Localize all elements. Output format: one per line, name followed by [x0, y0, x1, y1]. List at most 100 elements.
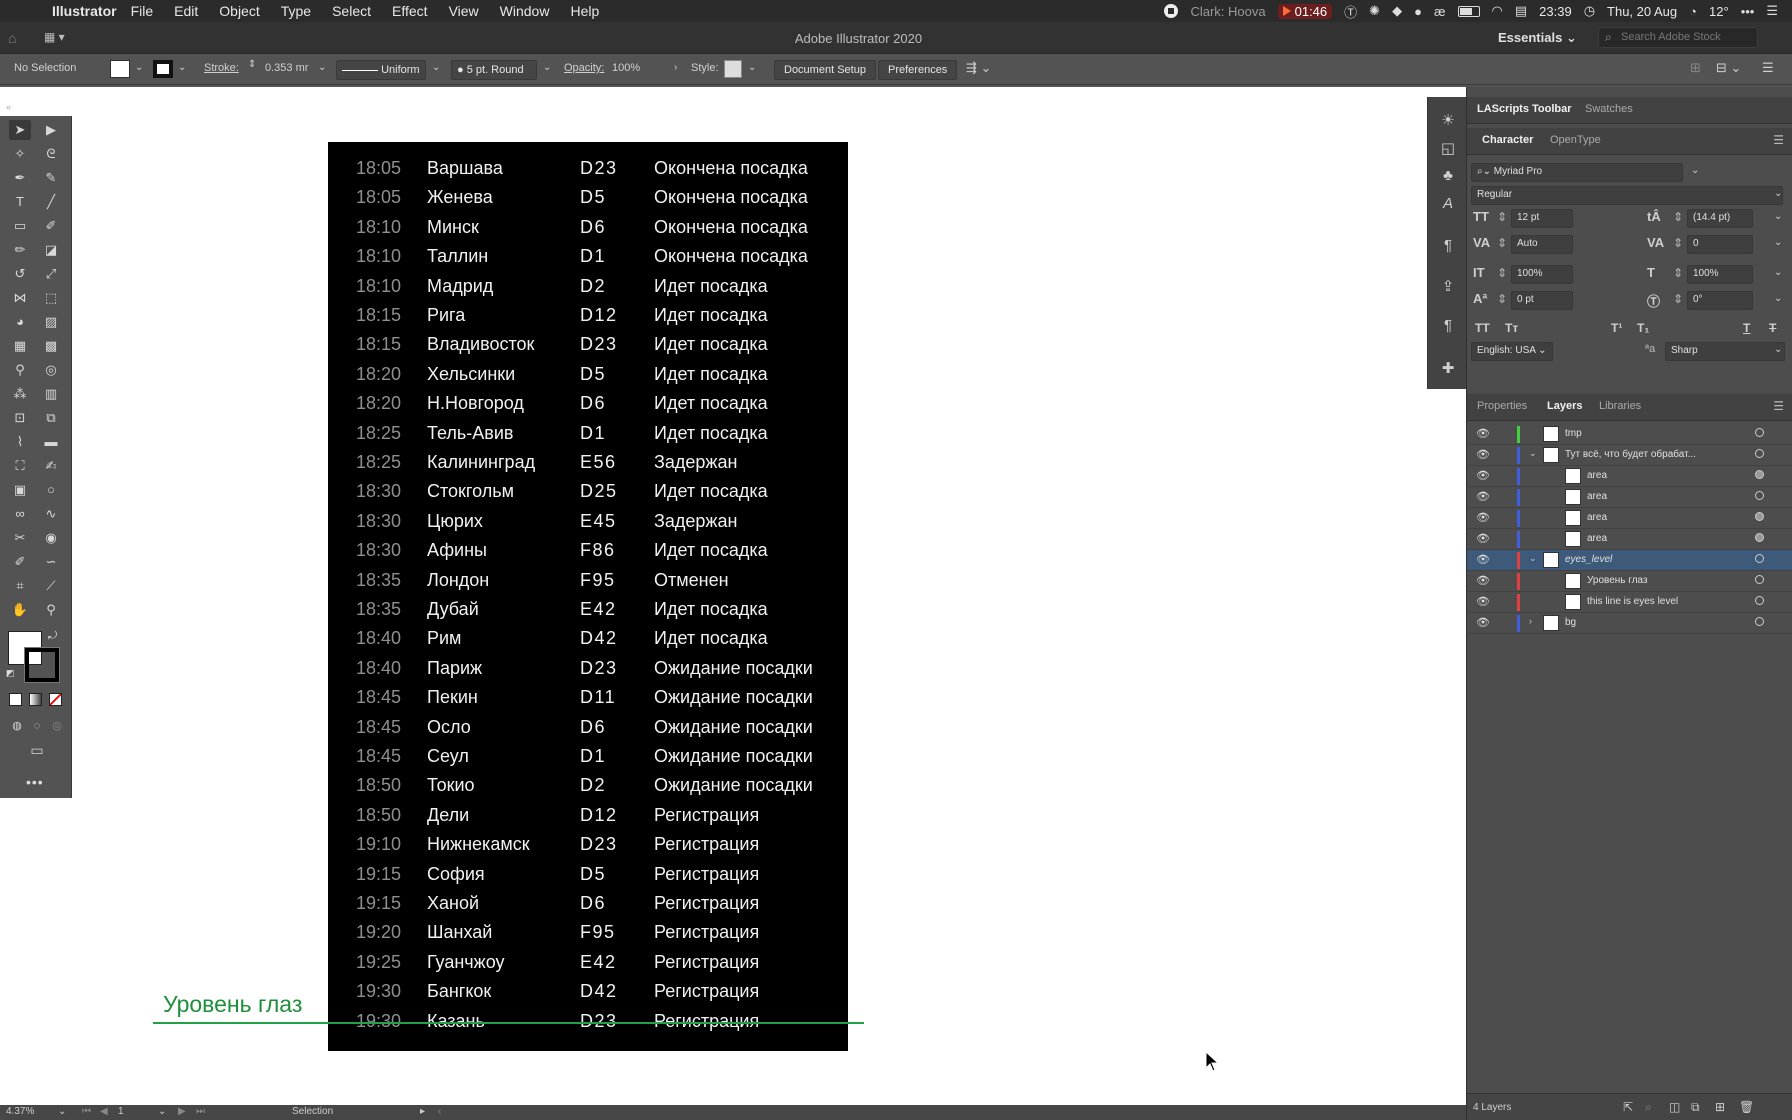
horizontal-scale-stepper-icon[interactable]: ⇕ — [1673, 266, 1683, 280]
rotation-stepper-icon[interactable]: ⇕ — [1673, 292, 1683, 306]
color-mode-icon[interactable] — [9, 693, 22, 706]
visibility-eye-icon[interactable]: 👁 — [1476, 595, 1490, 608]
font-family-chevron-icon[interactable]: ⌄ — [1691, 165, 1699, 176]
magic-wand-tool-icon[interactable]: ✧ — [9, 144, 31, 164]
symbols-icon[interactable]: ♣ — [1437, 167, 1459, 184]
locate-object-icon[interactable]: ⌕ — [1645, 1100, 1652, 1115]
flight-row[interactable]: 18:45 Осло D6 Ожидание посадки — [328, 717, 848, 746]
gradient-tool-icon[interactable]: ▩ — [40, 336, 62, 356]
twirl-tool-icon[interactable]: ◉ — [40, 528, 62, 548]
visibility-eye-icon[interactable]: 👁 — [1476, 616, 1490, 629]
visibility-eye-icon[interactable]: 👁 — [1476, 448, 1490, 461]
preferences-button[interactable]: Preferences — [878, 60, 958, 80]
screen-mode-icon[interactable]: ▭ — [24, 740, 50, 760]
battery-icon[interactable] — [1457, 5, 1480, 17]
layer-row[interactable]: 👁 area — [1467, 487, 1792, 508]
layer-name[interactable]: area — [1587, 491, 1607, 502]
underline-icon[interactable]: T — [1743, 321, 1750, 335]
paintbrush-tool-icon[interactable]: ✐ — [40, 216, 62, 236]
tab-libraries[interactable]: Libraries — [1599, 400, 1641, 412]
flight-row[interactable]: 19:15 Ханой D6 Регистрация — [328, 893, 848, 922]
column-graph-tool-icon[interactable]: ▥ — [40, 384, 62, 404]
layer-target-icon[interactable] — [1755, 533, 1764, 542]
flight-row[interactable]: 19:20 Шанхай F95 Регистрация — [328, 922, 848, 951]
flight-row[interactable]: 18:30 Стокгольм D25 Идет посадка — [328, 481, 848, 510]
flight-row[interactable]: 18:45 Пекин D11 Ожидание посадки — [328, 687, 848, 716]
antialias-chevron-icon[interactable]: ⌄ — [1774, 344, 1782, 355]
draw-behind-icon[interactable]: ◌ — [26, 716, 48, 736]
menu-file[interactable]: File — [131, 3, 154, 19]
visibility-eye-icon[interactable]: 👁 — [1476, 427, 1490, 440]
hand-tool-icon[interactable]: ✋ — [9, 600, 31, 620]
flight-row[interactable]: 18:30 Цюрих E45 Задержан — [328, 511, 848, 540]
layer-name[interactable]: area — [1587, 512, 1607, 523]
flight-row[interactable]: 18:40 Париж D23 Ожидание посадки — [328, 658, 848, 687]
temperature[interactable]: 12° — [1709, 4, 1729, 19]
selection-tool-icon[interactable]: ➤ — [9, 120, 31, 140]
horizontal-scale-field[interactable]: 100% — [1687, 265, 1753, 284]
next-artboard-icon[interactable]: ▶ — [178, 1106, 186, 1117]
blend-tool-icon[interactable]: ◎ — [40, 360, 62, 380]
artboard-number[interactable]: 1 — [118, 1106, 124, 1117]
menu-help[interactable]: Help — [570, 3, 599, 19]
menu-view[interactable]: View — [449, 3, 479, 19]
stroke-weight-chevron-icon[interactable]: ⌄ — [318, 62, 326, 73]
status-menu-icon[interactable]: ▸ — [420, 1106, 425, 1117]
stock-search-field[interactable]: ⌕ Search Adobe Stock — [1598, 27, 1758, 48]
width-tool-icon[interactable]: ⋈ — [9, 288, 31, 308]
menu-window[interactable]: Window — [500, 3, 550, 19]
menu-object[interactable]: Object — [219, 3, 259, 19]
layer-name[interactable]: Уровень глаз — [1587, 575, 1648, 586]
flight-row[interactable]: 18:15 Владивосток D23 Идет посадка — [328, 334, 848, 363]
aperture-icon[interactable]: ✺ — [1369, 3, 1380, 19]
layer-row[interactable]: 👁 Уровень глаз — [1467, 571, 1792, 592]
layer-name[interactable]: area — [1587, 533, 1607, 544]
flight-row[interactable]: 19:30 Бангкок D42 Регистрация — [328, 981, 848, 1010]
artboard-chevron-icon[interactable]: ⌄ — [158, 1106, 166, 1117]
flight-row[interactable]: 18:20 Н.Новгород D6 Идет посадка — [328, 393, 848, 422]
flight-row[interactable]: 19:10 Нижнекамск D23 Регистрация — [328, 834, 848, 863]
stroke-weight-field[interactable]: 0.353 mr — [265, 62, 308, 74]
tab-properties[interactable]: Properties — [1477, 400, 1527, 412]
pencil-tool-icon[interactable]: ✐ — [9, 552, 31, 572]
flight-row[interactable]: 18:35 Лондон F95 Отменен — [328, 570, 848, 599]
rectangle-tool-icon[interactable]: ▭ — [9, 216, 31, 236]
clipping-mask-icon[interactable]: ◫ — [1669, 1100, 1680, 1114]
stroke-dropdown-chevron-icon[interactable]: ⌄ — [178, 62, 186, 73]
workspace-switcher[interactable]: Essentials ⌄ — [1498, 30, 1577, 46]
flight-row[interactable]: 18:10 Таллин D1 Окончена посадка — [328, 246, 848, 275]
baseline-shift-field[interactable]: 0 pt — [1511, 291, 1573, 310]
knife-tool-icon[interactable]: ⟋ — [40, 576, 62, 596]
scissors-tool-icon[interactable]: ✂ — [9, 528, 31, 548]
free-transform-tool-icon[interactable]: ⬚ — [40, 288, 62, 308]
document-setup-button[interactable]: Document Setup — [774, 60, 876, 80]
first-artboard-icon[interactable]: ⏮ — [82, 1106, 91, 1117]
more-menu-icon[interactable]: ••• — [1741, 4, 1755, 19]
align-icon[interactable]: ⊞ — [1690, 60, 1701, 76]
leading-field[interactable]: (14.4 pt) — [1687, 209, 1753, 228]
stroke-swatch[interactable] — [153, 60, 173, 78]
stroke-color-box[interactable] — [24, 647, 60, 683]
new-sublayer-icon[interactable]: ⧉ — [1691, 1100, 1700, 1115]
visibility-eye-icon[interactable]: 👁 — [1476, 532, 1490, 545]
visibility-eye-icon[interactable]: 👁 — [1476, 511, 1490, 524]
stop-record-icon[interactable] — [1164, 4, 1179, 18]
flight-row[interactable]: 18:30 Афины F86 Идет посадка — [328, 540, 848, 569]
direct-selection-tool-icon[interactable]: ▶ — [40, 120, 62, 140]
asset-export-icon[interactable]: ⇪ — [1437, 277, 1459, 295]
flight-row[interactable]: 19:15 София D5 Регистрация — [328, 864, 848, 893]
live-paint-tool-icon[interactable]: ⛶ — [9, 456, 31, 476]
app-menu[interactable]: Illustrator — [52, 3, 117, 19]
layer-name[interactable]: Тут всё, что будет обрабат... — [1565, 449, 1696, 460]
drop-icon[interactable]: ● — [1414, 4, 1422, 19]
layer-row[interactable]: 👁 ⌄ eyes_level — [1467, 550, 1792, 571]
flight-row[interactable]: 18:10 Минск D6 Окончена посадка — [328, 217, 848, 246]
font-size-stepper-icon[interactable]: ⇕ — [1497, 210, 1507, 224]
crop-tool-icon[interactable]: ⌗ — [9, 576, 31, 596]
leading-chevron-icon[interactable]: ⌄ — [1774, 211, 1782, 222]
flight-row[interactable]: 18:10 Мадрид D2 Идет посадка — [328, 276, 848, 305]
layers-panel-menu-icon[interactable]: ☰ — [1773, 399, 1784, 413]
dropbox-icon[interactable]: ◆ — [1392, 3, 1402, 19]
flag-icon[interactable]: ▤ — [1515, 3, 1527, 19]
ae-icon[interactable]: æ — [1434, 4, 1446, 19]
